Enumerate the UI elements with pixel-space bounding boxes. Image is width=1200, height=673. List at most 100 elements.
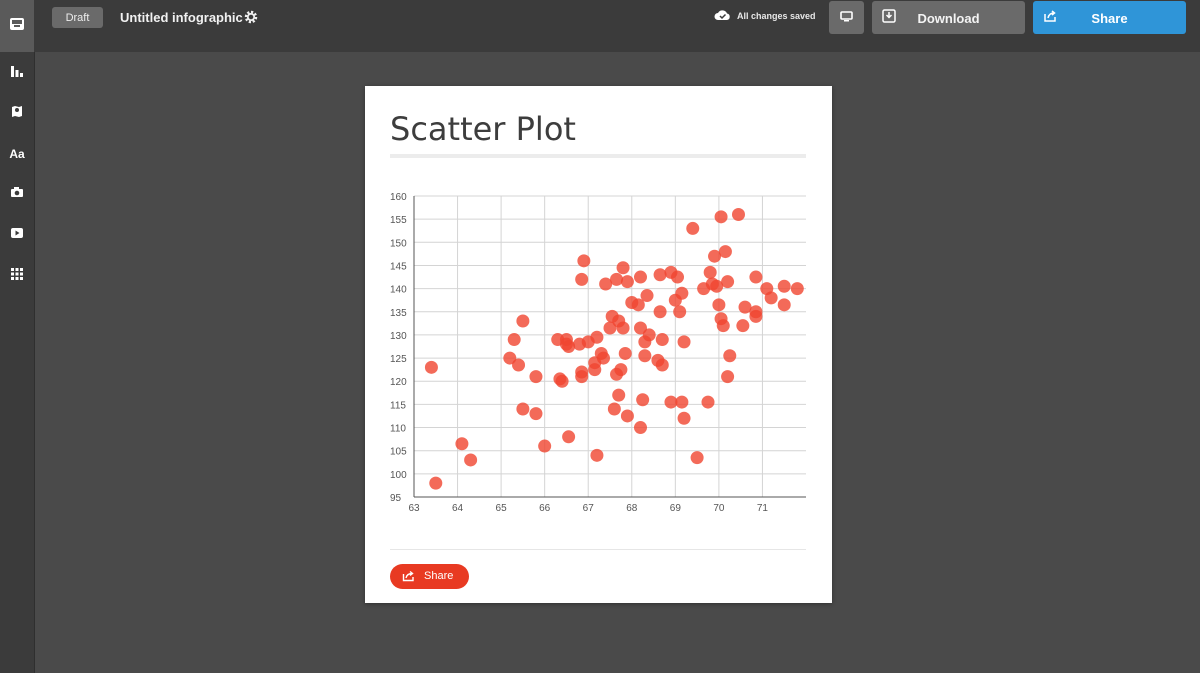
y-tick-label: 120 [390,377,407,388]
scatter-point [575,370,589,384]
sidebar-item-more[interactable] [0,259,34,293]
scatter-point [562,340,576,353]
grid-icon [10,267,24,286]
scatter-point [616,261,630,275]
save-status-text: All changes saved [737,11,816,21]
scatter-point [588,363,602,377]
y-tick-label: 105 [390,447,407,458]
infographic-card[interactable]: Scatter Plot 95 100 105 110 115 120 125 130 135 1… [365,86,832,603]
scatter-point [764,291,778,305]
card-share-button[interactable]: Share [390,564,469,589]
footer-divider [390,549,806,550]
scatter-point [703,265,717,279]
scatter-point [675,286,689,300]
scatter-point [716,319,730,333]
chart-title[interactable]: Scatter Plot [390,110,576,148]
scatter-point [655,333,669,347]
scatter-point [555,374,569,388]
x-tick-label: 68 [626,503,638,514]
save-status: All changes saved [714,9,816,23]
scatter-point [671,270,685,284]
scatter-point [529,370,543,384]
x-tick-label: 65 [496,503,508,514]
scatter-point [642,328,656,342]
download-label: Download [917,11,980,26]
sidebar-item-photos[interactable] [0,177,34,211]
scatter-point [618,346,632,360]
y-tick-label: 130 [390,331,407,342]
y-tick-label: 160 [390,192,407,203]
sidebar-item-dashboard[interactable] [0,0,34,52]
cloud-check-icon [714,9,731,23]
scatter-point [575,272,589,286]
scatter-point [749,270,763,284]
x-tick-label: 69 [670,503,682,514]
camera-icon [10,185,24,203]
scatter-point [723,349,737,363]
y-tick-label: 95 [390,493,402,504]
y-tick-label: 125 [390,354,407,365]
scatter-plot[interactable]: 95 100 105 110 115 120 125 130 135 140 145 150 155 16… [365,182,832,522]
scatter-point [721,275,735,289]
preview-button[interactable] [829,1,864,34]
scatter-point [714,210,728,224]
x-tick-label: 67 [583,503,595,514]
scatter-point [653,268,667,282]
share-icon [402,570,415,585]
sidebar-item-maps[interactable] [0,96,34,130]
scatter-point [516,402,530,416]
scatter-point [610,272,624,286]
scatter-point [690,451,704,465]
scatter-point [562,430,576,444]
scatter-point [620,409,634,423]
x-tick-label: 70 [713,503,725,514]
scatter-point [424,360,438,374]
scatter-point [636,393,650,407]
draft-badge: Draft [52,7,103,28]
x-tick-label: 66 [539,503,551,514]
scatter-point [616,321,630,335]
scatter-point [777,298,791,312]
x-tick-label: 63 [408,503,420,514]
sidebar-item-text[interactable]: Aa [0,137,34,171]
share-button[interactable]: Share [1033,1,1186,34]
scatter-point [721,370,735,384]
scatter-point [677,335,691,349]
scatter-point [596,351,610,365]
video-icon [10,226,24,244]
scatter-point [633,270,647,284]
top-bar: Draft Untitled infographic All changes s… [34,0,1200,52]
scatter-point [653,305,667,319]
sidebar-item-charts[interactable] [0,56,34,90]
inbox-icon [9,17,25,36]
download-button[interactable]: Download [872,1,1025,34]
scatter-point [590,448,604,462]
document-title[interactable]: Untitled infographic [120,10,243,25]
scatter-point [777,279,791,293]
y-tick-label: 155 [390,215,407,226]
scatter-point [736,319,750,333]
scatter-point [464,453,478,467]
gear-icon[interactable] [243,9,259,25]
y-tick-label: 110 [390,424,406,435]
scatter-point [638,349,652,363]
x-tick-label: 64 [452,503,464,514]
scatter-point [712,298,726,312]
scatter-point [633,421,647,435]
scatter-point [516,314,530,328]
scatter-point [749,309,763,323]
scatter-point [673,305,687,319]
y-tick-label: 145 [390,261,407,272]
scatter-point [512,358,526,372]
left-toolbar: Aa [0,0,35,673]
scatter-point [507,333,521,347]
scatter-point [718,245,732,259]
sidebar-item-videos[interactable] [0,218,34,252]
scatter-point [731,208,745,222]
scatter-point [677,411,691,425]
scatter-point [620,275,634,289]
scatter-point [655,358,669,372]
y-tick-label: 135 [390,308,407,319]
scatter-point [640,289,654,303]
y-tick-label: 100 [390,470,407,481]
